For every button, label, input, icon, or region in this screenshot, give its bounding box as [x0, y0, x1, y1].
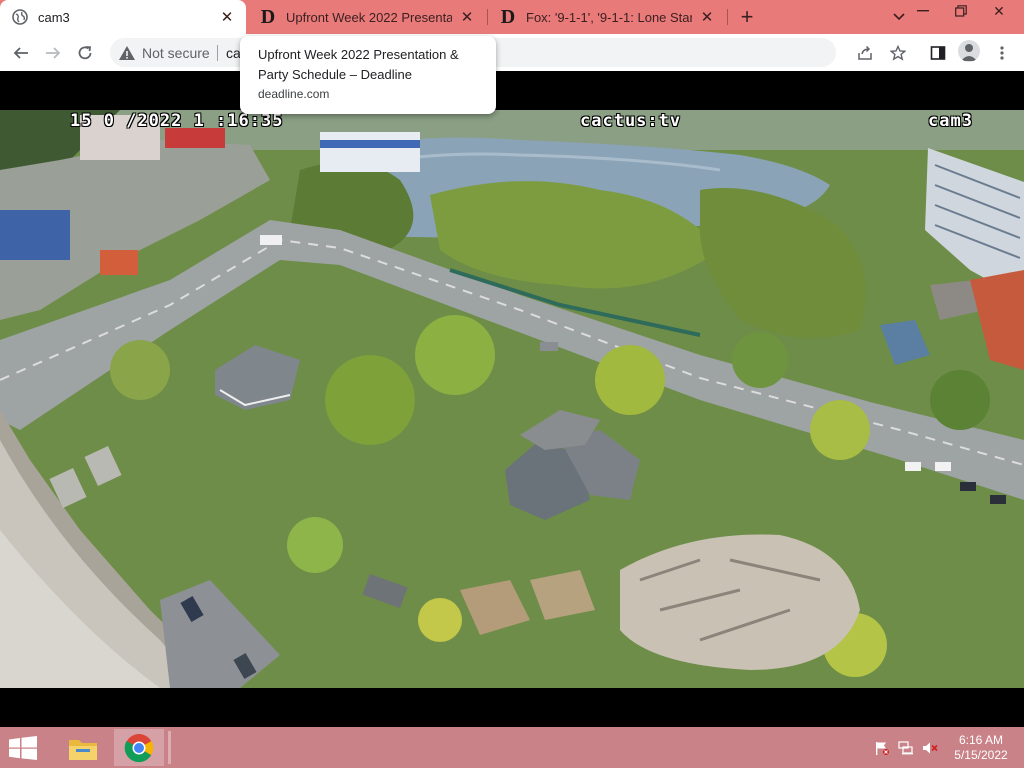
security-label[interactable]: Not secure: [142, 45, 210, 61]
tab-hover-card: Upfront Week 2022 Presentation & Party S…: [240, 36, 496, 114]
back-button[interactable]: [8, 40, 34, 66]
divider: [217, 45, 218, 61]
tab-cam3[interactable]: cam3 ✕: [0, 0, 246, 34]
restore-button[interactable]: [944, 0, 978, 22]
star-icon: [890, 45, 906, 61]
camera-watermark: cactus:tv: [580, 111, 682, 131]
side-panel-icon: [930, 46, 946, 60]
volume-muted-icon[interactable]: [922, 741, 938, 755]
camera-label: cam3: [928, 111, 973, 131]
arrow-left-icon: [13, 47, 28, 59]
share-icon: [858, 45, 872, 60]
windows-taskbar: 6:16 AM 5/15/2022: [0, 727, 1024, 768]
taskbar-separator: [168, 731, 171, 764]
camera-timestamp: 15 0 /2022 1 :16:35: [70, 111, 284, 131]
url-text[interactable]: ca: [226, 45, 241, 61]
folder-icon: [69, 739, 97, 760]
tab-fox-911[interactable]: D Fox: '9-1-1', '9-1-1: Lone Star', 'Th …: [488, 0, 726, 34]
person-icon: [961, 44, 977, 61]
windows-start-icon[interactable]: [8, 736, 38, 760]
bookmark-button[interactable]: [885, 40, 911, 66]
menu-button[interactable]: [989, 40, 1015, 66]
close-icon[interactable]: ✕: [456, 6, 478, 28]
file-explorer-taskbar-button[interactable]: [58, 729, 108, 766]
more-vert-icon: [1000, 46, 1004, 60]
hover-card-title: Upfront Week 2022 Presentation & Party S…: [258, 47, 459, 82]
tab-upfront-week[interactable]: D Upfront Week 2022 Presentation ✕: [248, 0, 486, 34]
page-content: 15 0 /2022 1 :16:35 cactus:tv cam3: [0, 71, 1024, 727]
clock-time: 6:16 AM: [958, 733, 1004, 747]
tab-strip: cam3 ✕ D Upfront Week 2022 Presentation …: [0, 0, 1024, 34]
browser-toolbar: Not secure ca: [0, 34, 1024, 71]
warning-icon[interactable]: [118, 44, 136, 62]
tab-title: cam3: [38, 9, 70, 25]
chrome-icon: [124, 733, 154, 762]
forward-button[interactable]: [40, 40, 66, 66]
close-icon[interactable]: ✕: [216, 6, 238, 28]
deadline-logo-icon: D: [500, 6, 516, 28]
clock-date: 5/15/2022: [954, 748, 1008, 762]
profile-avatar[interactable]: [958, 40, 980, 62]
system-clock[interactable]: 6:16 AM 5/15/2022: [948, 733, 1014, 763]
arrow-right-icon: [46, 47, 61, 59]
close-icon[interactable]: ✕: [696, 6, 718, 28]
new-tab-button[interactable]: +: [734, 4, 760, 30]
chrome-taskbar-button[interactable]: [114, 729, 164, 766]
reload-icon: [78, 46, 92, 60]
network-icon[interactable]: [898, 741, 914, 755]
minimize-button[interactable]: [906, 0, 940, 22]
webcam-scene: [0, 110, 1024, 688]
tab-title: Upfront Week 2022 Presentation: [286, 9, 452, 25]
window-close-button[interactable]: ✕: [982, 0, 1016, 22]
side-panel-button[interactable]: [925, 40, 951, 66]
tab-separator: [727, 9, 728, 25]
webcam-image[interactable]: 15 0 /2022 1 :16:35 cactus:tv cam3: [0, 110, 1024, 688]
share-button[interactable]: [852, 40, 878, 66]
reload-button[interactable]: [72, 40, 98, 66]
deadline-logo-icon: D: [260, 6, 276, 28]
hover-card-domain: deadline.com: [258, 87, 330, 101]
action-center-flag-icon[interactable]: [874, 741, 890, 755]
chevron-down-icon: [893, 13, 905, 21]
globe-icon: [12, 9, 28, 25]
tab-title: Fox: '9-1-1', '9-1-1: Lone Star', 'Th: [526, 9, 692, 25]
